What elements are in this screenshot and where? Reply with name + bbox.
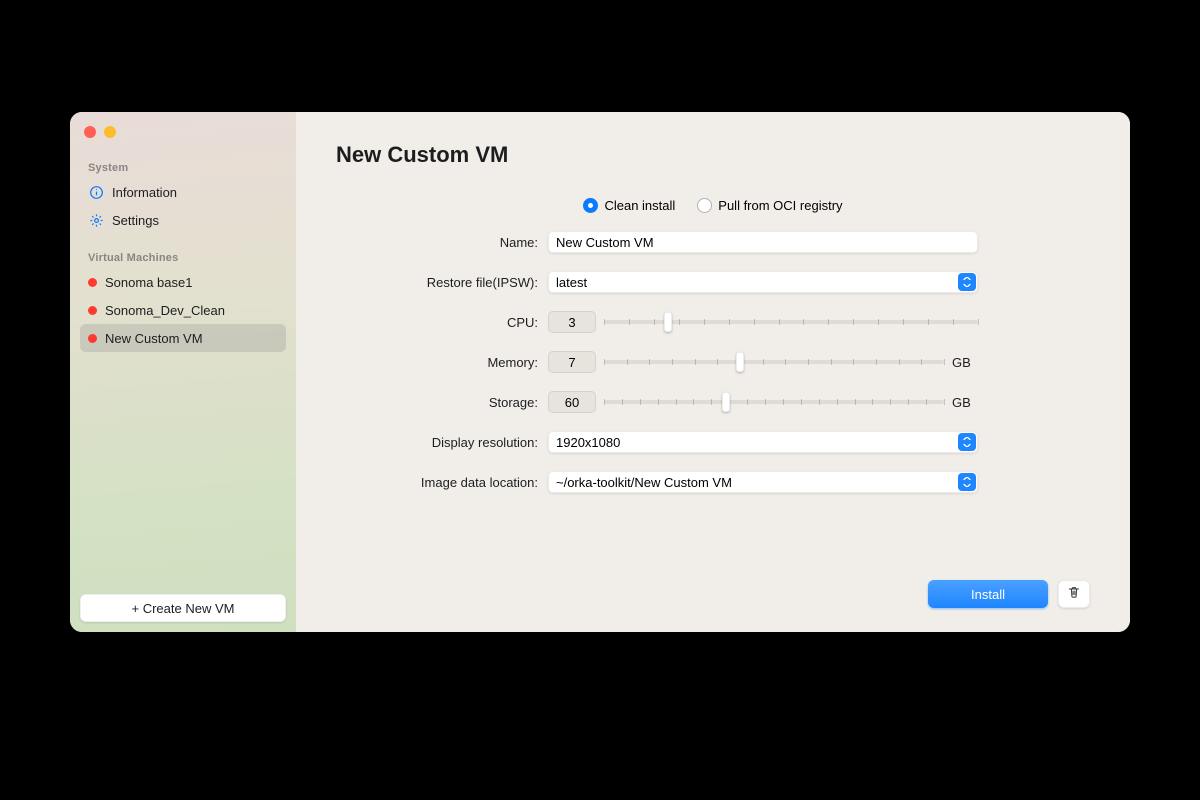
radio-label: Clean install [604, 198, 675, 213]
label-storage: Storage: [388, 395, 548, 410]
install-button[interactable]: Install [928, 580, 1048, 608]
cpu-slider[interactable] [604, 311, 978, 333]
gear-icon [88, 212, 104, 228]
radio-label: Pull from OCI registry [718, 198, 842, 213]
status-dot-icon [88, 278, 97, 287]
sidebar-item-vm[interactable]: Sonoma_Dev_Clean [80, 296, 286, 324]
storage-value: 60 [548, 391, 596, 413]
window-traffic-lights [84, 126, 116, 138]
install-mode-radio-group: Clean install Pull from OCI registry [336, 198, 1090, 213]
label-display-resolution: Display resolution: [388, 435, 548, 450]
sidebar-item-settings[interactable]: Settings [80, 206, 286, 234]
name-input[interactable]: New Custom VM [548, 231, 978, 253]
trash-icon [1067, 585, 1081, 604]
main-panel: New Custom VM Clean install Pull from OC… [296, 112, 1130, 632]
sidebar-section-vms: Virtual Machines [88, 252, 278, 264]
vm-config-form: Name: New Custom VM Restore file(IPSW): … [388, 227, 978, 497]
sidebar-section-system: System [88, 162, 278, 174]
label-restore-file: Restore file(IPSW): [388, 275, 548, 290]
label-name: Name: [388, 235, 548, 250]
sidebar: System Information Settings Virtual Mach… [70, 112, 296, 632]
storage-unit: GB [952, 395, 978, 410]
sidebar-item-label: New Custom VM [105, 331, 203, 346]
minimize-window-button[interactable] [104, 126, 116, 138]
delete-button[interactable] [1058, 580, 1090, 608]
chevron-down-icon [958, 473, 976, 491]
memory-slider[interactable] [604, 351, 944, 373]
sidebar-item-label: Sonoma_Dev_Clean [105, 303, 225, 318]
radio-pull-oci[interactable]: Pull from OCI registry [697, 198, 842, 213]
status-dot-icon [88, 306, 97, 315]
radio-clean-install[interactable]: Clean install [583, 198, 675, 213]
restore-file-select[interactable]: latest [548, 271, 978, 293]
close-window-button[interactable] [84, 126, 96, 138]
sidebar-item-information[interactable]: Information [80, 178, 286, 206]
page-title: New Custom VM [336, 142, 1090, 168]
radio-icon [583, 198, 598, 213]
image-location-select[interactable]: ~/orka-toolkit/New Custom VM [548, 471, 978, 493]
memory-value: 7 [548, 351, 596, 373]
sidebar-item-label: Information [112, 185, 177, 200]
label-cpu: CPU: [388, 315, 548, 330]
sidebar-item-label: Sonoma base1 [105, 275, 192, 290]
display-resolution-select[interactable]: 1920x1080 [548, 431, 978, 453]
sidebar-item-label: Settings [112, 213, 159, 228]
status-dot-icon [88, 334, 97, 343]
sidebar-item-vm[interactable]: Sonoma base1 [80, 268, 286, 296]
label-image-location: Image data location: [388, 475, 548, 490]
storage-slider[interactable] [604, 391, 944, 413]
sidebar-item-vm[interactable]: New Custom VM [80, 324, 286, 352]
app-window: System Information Settings Virtual Mach… [70, 112, 1130, 632]
chevron-down-icon [958, 273, 976, 291]
radio-icon [697, 198, 712, 213]
chevron-down-icon [958, 433, 976, 451]
create-new-vm-button[interactable]: + Create New VM [80, 594, 286, 622]
info-icon [88, 184, 104, 200]
memory-unit: GB [952, 355, 978, 370]
label-memory: Memory: [388, 355, 548, 370]
cpu-value: 3 [548, 311, 596, 333]
